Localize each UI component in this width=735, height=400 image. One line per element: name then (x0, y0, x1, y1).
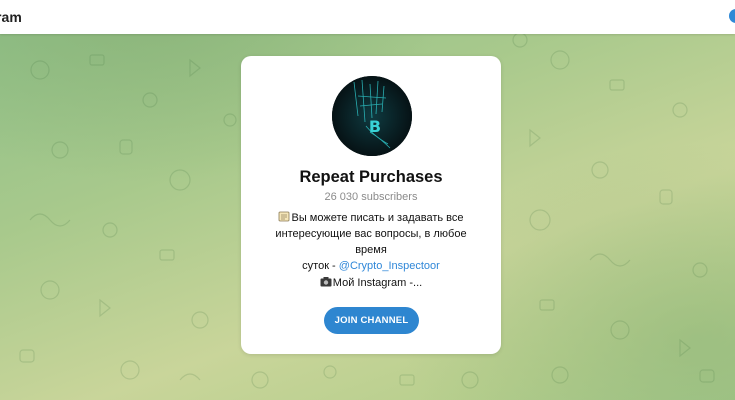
channel-description: Вы можете писать и задавать все интересу… (261, 210, 481, 274)
app-title: ram (0, 9, 22, 25)
description-line-1: Вы можете писать и задавать все (291, 212, 464, 224)
bitcoin-icon: B (332, 76, 412, 156)
subscriber-count: 26 030 subscribers (324, 191, 418, 203)
contact-link[interactable]: @Crypto_Inspectoor (339, 260, 440, 272)
memo-icon (279, 211, 290, 222)
menu-button[interactable] (729, 9, 735, 23)
channel-avatar: B (332, 76, 412, 156)
channel-card: B Repeat Purchases 26 030 subscribers Вы… (241, 56, 501, 354)
description-line-2: интересующие вас вопросы, в любое время (275, 228, 467, 256)
description-line-3: суток - (302, 260, 339, 272)
instagram-text: Мой Instagram -... (332, 277, 423, 289)
camera-icon (320, 277, 332, 287)
channel-name: Repeat Purchases (299, 168, 443, 186)
instagram-line: Мой Instagram -... (241, 276, 501, 289)
top-bar: ram (0, 0, 735, 34)
svg-text:B: B (369, 117, 381, 136)
join-channel-button[interactable]: JOIN CHANNEL (324, 307, 419, 334)
